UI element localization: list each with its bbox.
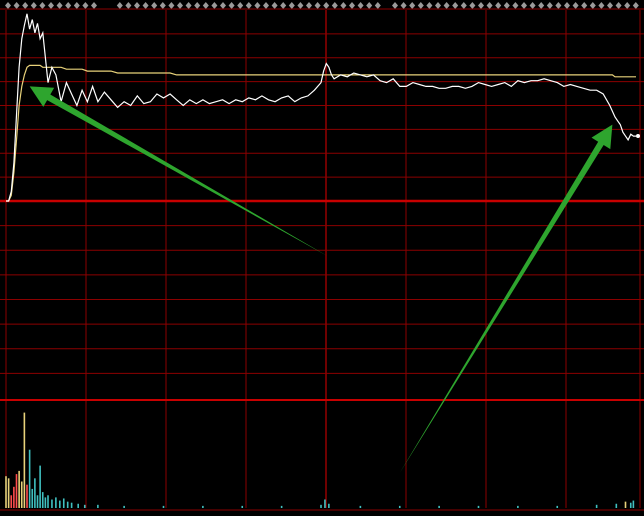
volume-bar (15, 474, 18, 508)
volume-bar (97, 504, 99, 508)
volume-bar (477, 505, 480, 508)
volume-bar (36, 495, 39, 508)
volume-bar (320, 504, 322, 508)
volume-bar (44, 497, 47, 508)
volume-bar (83, 504, 86, 508)
volume-bar (66, 501, 69, 508)
volume-bar (10, 495, 13, 508)
volume-bar (241, 505, 244, 508)
volume-bar (28, 449, 31, 508)
volume-bar (398, 505, 401, 508)
volume-bar (47, 495, 49, 508)
intraday-chart (0, 0, 644, 516)
volume-bar (556, 505, 559, 508)
volume-bar (34, 478, 36, 508)
volume-bar (70, 502, 73, 508)
volume-bar (26, 484, 28, 508)
volume-bar (7, 478, 10, 508)
volume-bar (23, 412, 26, 508)
volume-bar (202, 505, 204, 508)
volume-bar (595, 504, 598, 508)
volume-bar (13, 486, 15, 508)
volume-bar (328, 503, 330, 508)
volume-bar (517, 505, 519, 508)
volume-bar (359, 505, 362, 508)
volume-bar (18, 470, 20, 508)
volume-bar (77, 503, 79, 508)
volume-bar (62, 498, 65, 508)
volume-bar (324, 499, 326, 508)
volume-bar (31, 488, 34, 508)
volume-bar (632, 500, 635, 508)
volume-bar (162, 505, 165, 508)
volume-bar (624, 501, 627, 508)
volume-bar (438, 505, 440, 508)
volume-bar (55, 497, 57, 508)
volume-bar (39, 465, 41, 508)
volume-bar (41, 492, 44, 508)
volume-bar (5, 476, 7, 508)
volume-bar (51, 499, 53, 508)
volume-bar (280, 505, 283, 508)
volume-bar (20, 481, 23, 508)
volume-bar (629, 502, 632, 508)
volume-bar (59, 500, 61, 508)
last-price-dot (636, 134, 640, 139)
volume-bar (615, 503, 618, 508)
volume-bar (123, 505, 125, 508)
